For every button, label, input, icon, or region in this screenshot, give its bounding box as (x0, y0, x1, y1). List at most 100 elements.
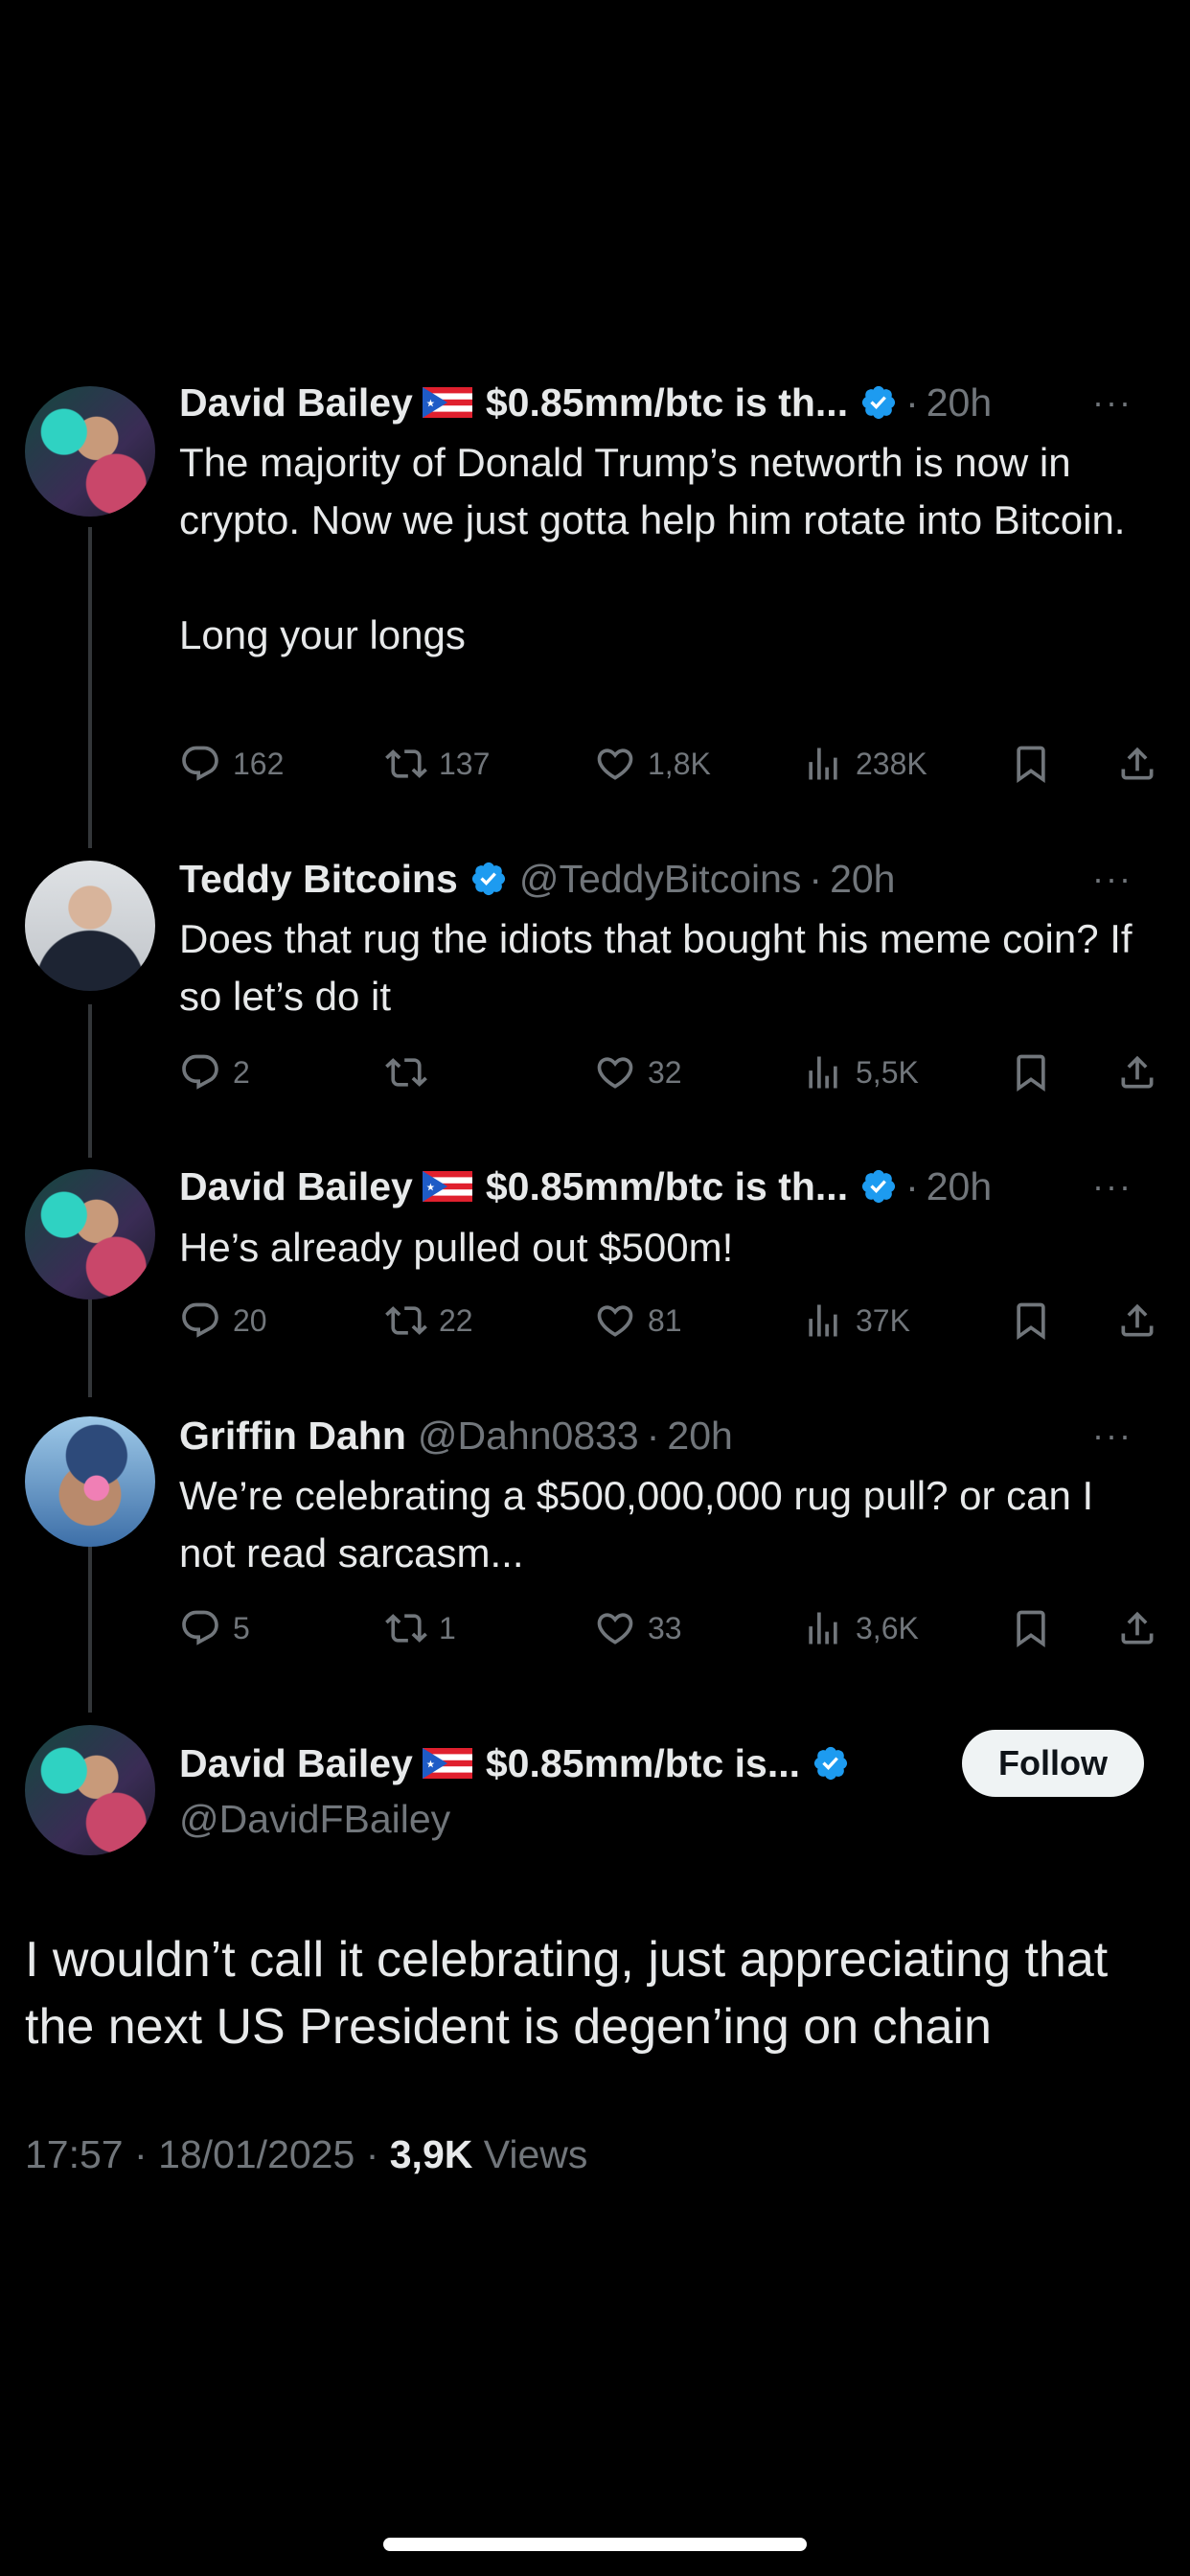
tweet-time[interactable]: 17:57 (25, 2132, 124, 2176)
share-button[interactable] (1116, 1604, 1170, 1652)
author-handle[interactable]: @TeddyBitcoins (519, 857, 802, 902)
avatar[interactable] (25, 386, 155, 517)
retweet-icon (385, 1051, 427, 1093)
author-name-suffix[interactable]: $0.85mm/btc is... (486, 1741, 800, 1786)
like-button[interactable]: 33 (594, 1604, 682, 1652)
separator: · (365, 2132, 379, 2176)
reply-icon (179, 1607, 221, 1649)
retweet-icon (385, 743, 427, 785)
more-icon[interactable]: ··· (1092, 382, 1133, 423)
share-icon (1116, 1607, 1158, 1649)
share-button[interactable] (1116, 1297, 1170, 1345)
main-tweet-text: I wouldn’t call it celebrating, just app… (25, 1932, 1109, 2055)
author-handle[interactable]: @Dahn0833 (418, 1414, 639, 1459)
tweet-text: The majority of Donald Trump’s networth … (179, 440, 1126, 657)
author-name-suffix[interactable]: $0.85mm/btc is th... (486, 1164, 848, 1209)
views-count: 3,6K (856, 1610, 919, 1645)
tweet-actions: 20 22 81 37K (179, 1297, 1166, 1345)
timestamp[interactable]: 20h (927, 380, 992, 426)
tweet-text: We’re celebrating a $500,000,000 rug pul… (179, 1473, 1094, 1576)
retweet-icon (385, 1300, 427, 1342)
retweet-button[interactable] (385, 1048, 439, 1096)
author-name[interactable]: David Bailey (179, 380, 413, 426)
tweet-header: David Bailey $0.85mm/btc is th... · 20h … (179, 1160, 1163, 1213)
verified-badge-icon[interactable] (812, 1744, 850, 1782)
bookmark-button[interactable] (1010, 740, 1064, 788)
timestamp[interactable]: 20h (667, 1414, 732, 1459)
views-count: 3,9K (389, 2132, 473, 2176)
views-button[interactable]: 5,5K (802, 1048, 919, 1096)
like-button[interactable]: 81 (594, 1297, 682, 1345)
home-indicator[interactable] (383, 2538, 807, 2551)
views-icon (802, 1300, 844, 1342)
reply-button[interactable]: 162 (179, 740, 284, 788)
retweet-button[interactable]: 1 (385, 1604, 456, 1652)
thread-line (88, 1004, 92, 1158)
tweet-text: Does that rug the idiots that bought his… (179, 916, 1133, 1019)
tweet-header: Teddy Bitcoins @TeddyBitcoins · 20h ··· (179, 852, 1163, 906)
avatar[interactable] (25, 1169, 155, 1300)
tweet-text: He’s already pulled out $500m! (179, 1225, 734, 1270)
author-name[interactable]: Griffin Dahn (179, 1414, 406, 1459)
like-count: 32 (648, 1054, 682, 1090)
puerto-rico-flag-icon (423, 1171, 472, 1202)
avatar[interactable] (25, 1416, 155, 1547)
views-button[interactable]: 3,6K (802, 1604, 919, 1652)
author-handle[interactable]: @DavidFBailey (179, 1797, 450, 1842)
retweet-count: 137 (439, 746, 491, 781)
author-name[interactable]: David Bailey (179, 1741, 413, 1786)
views-button[interactable]: 238K (802, 740, 927, 788)
more-icon[interactable]: ··· (1092, 1415, 1133, 1456)
like-button[interactable]: 1,8K (594, 740, 711, 788)
avatar[interactable] (25, 1725, 155, 1855)
like-icon (594, 1051, 636, 1093)
main-tweet-header: David Bailey $0.85mm/btc is... (179, 1736, 941, 1790)
like-icon (594, 1607, 636, 1649)
follow-button[interactable]: Follow (962, 1730, 1144, 1797)
like-count: 33 (648, 1610, 682, 1645)
views-icon (802, 1607, 844, 1649)
timestamp[interactable]: 20h (830, 857, 895, 902)
tweet-actions: 162 137 1,8K 238K (179, 740, 1166, 788)
reply-icon (179, 743, 221, 785)
separator: · (905, 380, 919, 425)
more-icon[interactable]: ··· (1092, 1166, 1133, 1207)
share-icon (1116, 743, 1158, 785)
author-name-suffix[interactable]: $0.85mm/btc is th... (486, 380, 848, 426)
bookmark-icon (1010, 1607, 1052, 1649)
timestamp[interactable]: 20h (927, 1164, 992, 1209)
reply-button[interactable]: 2 (179, 1048, 250, 1096)
author-name[interactable]: Teddy Bitcoins (179, 857, 458, 902)
retweet-count: 1 (439, 1610, 456, 1645)
views-icon (802, 743, 844, 785)
bookmark-button[interactable] (1010, 1297, 1064, 1345)
reply-button[interactable]: 20 (179, 1297, 267, 1345)
bookmark-icon (1010, 743, 1052, 785)
avatar[interactable] (25, 861, 155, 991)
tweet-header: Griffin Dahn @Dahn0833 · 20h ··· (179, 1409, 1163, 1462)
reply-button[interactable]: 5 (179, 1604, 250, 1652)
share-icon (1116, 1051, 1158, 1093)
bookmark-icon (1010, 1300, 1052, 1342)
tweet-actions: 2 32 5,5K (179, 1048, 1166, 1096)
like-count: 81 (648, 1302, 682, 1338)
more-icon[interactable]: ··· (1092, 859, 1133, 899)
like-count: 1,8K (648, 746, 711, 781)
like-button[interactable]: 32 (594, 1048, 682, 1096)
author-name[interactable]: David Bailey (179, 1164, 413, 1209)
verified-badge-icon[interactable] (859, 1167, 898, 1206)
thread-line (88, 1297, 92, 1397)
separator: · (905, 1163, 919, 1208)
retweet-button[interactable]: 22 (385, 1297, 473, 1345)
retweet-button[interactable]: 137 (385, 740, 490, 788)
verified-badge-icon[interactable] (469, 860, 508, 898)
share-button[interactable] (1116, 740, 1170, 788)
verified-badge-icon[interactable] (859, 383, 898, 422)
views-button[interactable]: 37K (802, 1297, 910, 1345)
bookmark-button[interactable] (1010, 1604, 1064, 1652)
share-button[interactable] (1116, 1048, 1170, 1096)
tweet-date[interactable]: 18/01/2025 (158, 2132, 355, 2176)
main-tweet-handle-row: @DavidFBailey (179, 1792, 1163, 1846)
tweet-header: David Bailey $0.85mm/btc is th... · 20h … (179, 376, 1163, 429)
bookmark-button[interactable] (1010, 1048, 1064, 1096)
